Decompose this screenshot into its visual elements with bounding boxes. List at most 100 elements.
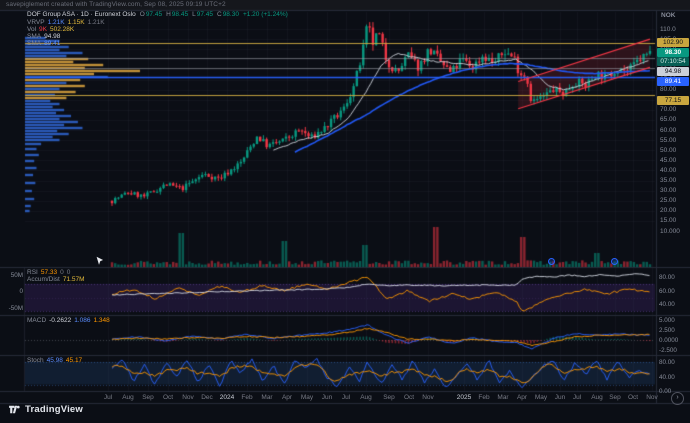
price-tick-label: 65.00 [660, 116, 676, 123]
symbol-title: DOF Group ASA · 1D · Euronext Oslo [27, 11, 136, 18]
legend-value: RSI [27, 269, 38, 276]
tradingview-logo-text: TradingView [25, 404, 83, 415]
legend-value: 1.21K [48, 19, 65, 26]
price-tick-label: 30.00 [660, 187, 676, 194]
legend-value: 45.98 [47, 357, 63, 364]
chart-canvas[interactable] [0, 0, 690, 423]
left-scale-label: 0 [3, 288, 23, 295]
pane-legend-stoch_row[interactable]: Stoch45.9845.17 [27, 357, 85, 364]
price-tick-label: 70.00 [660, 106, 676, 113]
ohlc-part: H [166, 11, 171, 18]
time-axis-label: 2025 [457, 394, 471, 401]
time-axis-label: Feb [241, 394, 252, 401]
legend-value: 0 [67, 269, 71, 276]
indicator-legend-row[interactable]: SMA94.98 [27, 33, 63, 40]
pane-legend-ad_row[interactable]: Accum/Dist71.57M [27, 276, 88, 283]
macd-scale-label: 0.0000 [659, 337, 678, 344]
legend-value: 9K [39, 26, 47, 33]
indicator-legend-row[interactable]: SMA89.41 [27, 40, 63, 47]
price-tag-light: 94.98 [657, 67, 689, 76]
time-axis-label: Aug [360, 394, 372, 401]
time-axis-label: Sep [609, 394, 621, 401]
legend-value: 94.98 [44, 33, 60, 40]
go-to-realtime-button[interactable]: › [671, 392, 684, 405]
ohlc-values: O97.45H98.45L97.45C98.30+1.20 (+1.24%) [140, 11, 292, 18]
time-axis-label: Nov [422, 394, 434, 401]
ohlc-part: 98.45 [172, 11, 188, 18]
stoch-scale-label: 80.00 [659, 359, 675, 366]
time-axis-label: Apr [517, 394, 527, 401]
event-marker[interactable] [548, 258, 555, 265]
price-tick-label: 15.00 [660, 217, 676, 224]
time-axis-label: May [535, 394, 547, 401]
ohlc-part: C [217, 11, 222, 18]
indicator-legend-row[interactable]: Vol9K502.28K [27, 26, 77, 33]
price-tick-label: 35.00 [660, 177, 676, 184]
ohlc-part: O [140, 11, 145, 18]
price-tick-label: 60.00 [660, 127, 676, 134]
stoch-scale-label: 40.00 [659, 374, 675, 381]
legend-value: 1.348 [93, 317, 109, 324]
time-axis-label: Sep [383, 394, 395, 401]
time-axis-label: Apr [282, 394, 292, 401]
legend-value: 502.28K [50, 26, 74, 33]
price-tag-countdown: 07:10:54 [657, 57, 689, 66]
time-axis-label: Aug [591, 394, 603, 401]
pane-legend-rsi_row[interactable]: RSI57.3300 [27, 269, 73, 276]
price-tag-blue: 89.41 [657, 77, 689, 86]
symbol-legend[interactable]: DOF Group ASA · 1D · Euronext Oslo O97.45… [27, 11, 292, 18]
time-axis-label: Sep [142, 394, 154, 401]
time-axis-label: Jul [342, 394, 350, 401]
macd-scale-label: 5.000 [659, 317, 675, 324]
time-axis-label: Mar [497, 394, 508, 401]
legend-value: VRVP [27, 19, 45, 26]
time-axis-label: 2024 [220, 394, 234, 401]
tradingview-logo[interactable]: TradingView [8, 403, 83, 416]
pane-legend-macd_row[interactable]: MACD-0.26221.0861.348 [27, 317, 113, 324]
tradingview-chart: savepiglement created with TradingView.c… [0, 0, 690, 423]
legend-value: 45.17 [66, 357, 82, 364]
price-tick-label: 25.00 [660, 197, 676, 204]
price-tick-label: 45.00 [660, 157, 676, 164]
time-axis-label: Aug [122, 394, 134, 401]
time-axis-label: Nov [646, 394, 658, 401]
time-axis-label: Oct [628, 394, 638, 401]
rsi-scale-label: 60.00 [659, 288, 675, 295]
price-tag-symbol: 98.30 [657, 48, 689, 57]
time-axis-label: Jul [104, 394, 112, 401]
ohlc-part: 98.30 [223, 11, 239, 18]
legend-value: Accum/Dist [27, 276, 60, 283]
ohlc-part: 97.45 [146, 11, 162, 18]
left-scale-label: -50M [3, 305, 23, 312]
macd-scale-label: 2.500 [659, 327, 675, 334]
legend-value: 0 [60, 269, 64, 276]
event-marker[interactable] [611, 258, 618, 265]
rsi-scale-label: 40.00 [659, 301, 675, 308]
legend-value: Stoch [27, 357, 44, 364]
time-axis-label: Dec [201, 394, 213, 401]
time-axis-label: Jul [573, 394, 581, 401]
price-tag-yellow: 77.15 [657, 96, 689, 105]
time-axis-label: Feb [478, 394, 489, 401]
price-tick-label: 10.000 [660, 228, 680, 235]
time-axis-label: Nov [182, 394, 194, 401]
attribution-text: savepiglement created with TradingView.c… [6, 1, 226, 8]
legend-value: 1.21K [88, 19, 105, 26]
price-tag-yellow: 102.90 [657, 38, 689, 47]
price-tick-label: 55.00 [660, 137, 676, 144]
price-tick-label: 20.00 [660, 207, 676, 214]
legend-value: SMA [27, 33, 41, 40]
price-tick-label: 50.00 [660, 147, 676, 154]
price-tick-label: 40.00 [660, 167, 676, 174]
macd-scale-label: -2.500 [659, 347, 677, 354]
time-axis-label: Jun [555, 394, 565, 401]
stoch-scale-label: 0.00 [659, 388, 671, 395]
ohlc-part: +1.20 (+1.24%) [243, 11, 288, 18]
indicator-legend-row[interactable]: VRVP1.21K1.15K1.21K [27, 19, 108, 26]
price-tick-label: 110.0 [660, 26, 676, 33]
legend-value: -0.2622 [49, 317, 71, 324]
time-axis-label: Jun [322, 394, 332, 401]
currency-label: NOK [661, 12, 675, 19]
ohlc-part: L [192, 11, 196, 18]
legend-value: SMA [27, 40, 41, 47]
